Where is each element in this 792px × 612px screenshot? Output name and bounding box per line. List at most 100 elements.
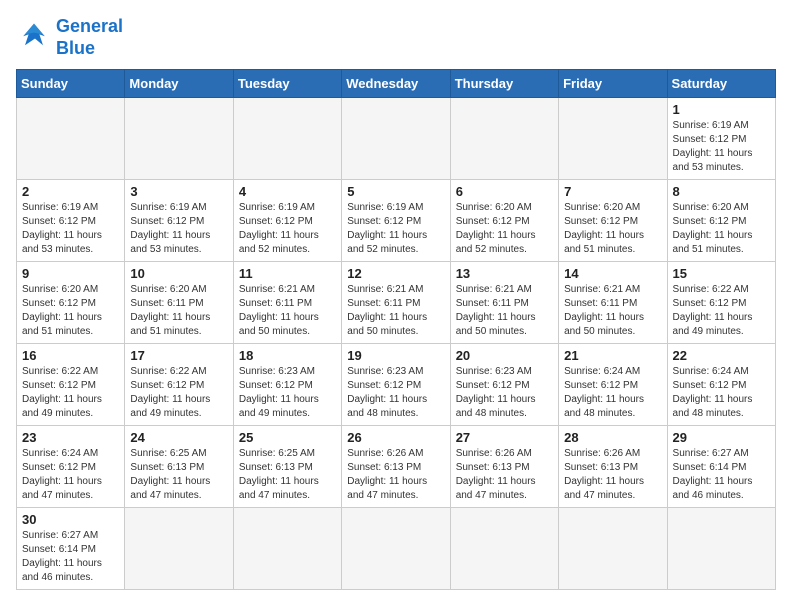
- day-number: 29: [673, 430, 770, 445]
- day-number: 7: [564, 184, 661, 199]
- day-info: Sunrise: 6:20 AM Sunset: 6:11 PM Dayligh…: [130, 283, 227, 339]
- calendar-cell: [559, 508, 667, 590]
- day-info: Sunrise: 6:19 AM Sunset: 6:12 PM Dayligh…: [239, 201, 336, 257]
- day-info: Sunrise: 6:22 AM Sunset: 6:12 PM Dayligh…: [130, 365, 227, 421]
- calendar-cell: 13 Sunrise: 6:21 AM Sunset: 6:11 PM Dayli…: [450, 262, 558, 344]
- weekday-header-row: SundayMondayTuesdayWednesdayThursdayFrid…: [17, 70, 776, 98]
- calendar-week-3: 9 Sunrise: 6:20 AM Sunset: 6:12 PM Daylig…: [17, 262, 776, 344]
- day-number: 3: [130, 184, 227, 199]
- calendar-week-5: 23 Sunrise: 6:24 AM Sunset: 6:12 PM Dayli…: [17, 426, 776, 508]
- calendar-week-2: 2Sunrise: 6:19 AM Sunset: 6:12 PM Daylig…: [17, 180, 776, 262]
- calendar-cell: 14Sunrise: 6:21 AM Sunset: 6:11 PM Dayli…: [559, 262, 667, 344]
- calendar-cell: 15Sunrise: 6:22 AM Sunset: 6:12 PM Dayli…: [667, 262, 775, 344]
- calendar-cell: 18 Sunrise: 6:23 AM Sunset: 6:12 PM Dayli…: [233, 344, 341, 426]
- day-number: 25: [239, 430, 336, 445]
- calendar-cell: 4 Sunrise: 6:19 AM Sunset: 6:12 PM Daylig…: [233, 180, 341, 262]
- calendar-week-1: 1Sunrise: 6:19 AM Sunset: 6:12 PM Daylig…: [17, 98, 776, 180]
- calendar-cell: 2Sunrise: 6:19 AM Sunset: 6:12 PM Daylig…: [17, 180, 125, 262]
- day-number: 21: [564, 348, 661, 363]
- calendar-cell: 23 Sunrise: 6:24 AM Sunset: 6:12 PM Dayli…: [17, 426, 125, 508]
- day-info: Sunrise: 6:19 AM Sunset: 6:12 PM Dayligh…: [22, 201, 119, 257]
- day-info: Sunrise: 6:26 AM Sunset: 6:13 PM Dayligh…: [347, 447, 444, 503]
- calendar-cell: 7 Sunrise: 6:20 AM Sunset: 6:12 PM Daylig…: [559, 180, 667, 262]
- calendar-cell: 9 Sunrise: 6:20 AM Sunset: 6:12 PM Daylig…: [17, 262, 125, 344]
- day-number: 24: [130, 430, 227, 445]
- weekday-header-monday: Monday: [125, 70, 233, 98]
- calendar-cell: 30 Sunrise: 6:27 AM Sunset: 6:14 PM Dayli…: [17, 508, 125, 590]
- weekday-header-thursday: Thursday: [450, 70, 558, 98]
- calendar-cell: 11Sunrise: 6:21 AM Sunset: 6:11 PM Dayli…: [233, 262, 341, 344]
- calendar-cell: [342, 508, 450, 590]
- calendar-cell: [450, 98, 558, 180]
- day-info: Sunrise: 6:26 AM Sunset: 6:13 PM Dayligh…: [564, 447, 661, 503]
- day-number: 23: [22, 430, 119, 445]
- day-number: 28: [564, 430, 661, 445]
- weekday-header-friday: Friday: [559, 70, 667, 98]
- calendar-cell: 10Sunrise: 6:20 AM Sunset: 6:11 PM Dayli…: [125, 262, 233, 344]
- calendar-table: SundayMondayTuesdayWednesdayThursdayFrid…: [16, 69, 776, 590]
- day-info: Sunrise: 6:23 AM Sunset: 6:12 PM Dayligh…: [456, 365, 553, 421]
- day-number: 27: [456, 430, 553, 445]
- calendar-cell: 6Sunrise: 6:20 AM Sunset: 6:12 PM Daylig…: [450, 180, 558, 262]
- day-info: Sunrise: 6:19 AM Sunset: 6:12 PM Dayligh…: [673, 119, 770, 175]
- calendar-cell: [559, 98, 667, 180]
- calendar-cell: 29 Sunrise: 6:27 AM Sunset: 6:14 PM Dayli…: [667, 426, 775, 508]
- calendar-cell: 27 Sunrise: 6:26 AM Sunset: 6:13 PM Dayli…: [450, 426, 558, 508]
- calendar-cell: 21Sunrise: 6:24 AM Sunset: 6:12 PM Dayli…: [559, 344, 667, 426]
- logo: General Blue: [16, 16, 123, 59]
- calendar-cell: [125, 508, 233, 590]
- day-info: Sunrise: 6:27 AM Sunset: 6:14 PM Dayligh…: [673, 447, 770, 503]
- weekday-header-tuesday: Tuesday: [233, 70, 341, 98]
- day-info: Sunrise: 6:20 AM Sunset: 6:12 PM Dayligh…: [456, 201, 553, 257]
- day-info: Sunrise: 6:23 AM Sunset: 6:12 PM Dayligh…: [239, 365, 336, 421]
- weekday-header-wednesday: Wednesday: [342, 70, 450, 98]
- calendar-cell: 19 Sunrise: 6:23 AM Sunset: 6:12 PM Dayli…: [342, 344, 450, 426]
- day-info: Sunrise: 6:23 AM Sunset: 6:12 PM Dayligh…: [347, 365, 444, 421]
- day-info: Sunrise: 6:20 AM Sunset: 6:12 PM Dayligh…: [22, 283, 119, 339]
- day-number: 14: [564, 266, 661, 281]
- day-info: Sunrise: 6:20 AM Sunset: 6:12 PM Dayligh…: [564, 201, 661, 257]
- calendar-cell: [450, 508, 558, 590]
- day-info: Sunrise: 6:25 AM Sunset: 6:13 PM Dayligh…: [130, 447, 227, 503]
- day-number: 19: [347, 348, 444, 363]
- day-number: 11: [239, 266, 336, 281]
- calendar-cell: [125, 98, 233, 180]
- calendar-cell: 5 Sunrise: 6:19 AM Sunset: 6:12 PM Daylig…: [342, 180, 450, 262]
- day-number: 4: [239, 184, 336, 199]
- calendar-cell: 17 Sunrise: 6:22 AM Sunset: 6:12 PM Dayli…: [125, 344, 233, 426]
- calendar-cell: 22Sunrise: 6:24 AM Sunset: 6:12 PM Dayli…: [667, 344, 775, 426]
- calendar-cell: [667, 508, 775, 590]
- logo-text: General Blue: [56, 16, 123, 59]
- day-info: Sunrise: 6:26 AM Sunset: 6:13 PM Dayligh…: [456, 447, 553, 503]
- day-info: Sunrise: 6:19 AM Sunset: 6:12 PM Dayligh…: [347, 201, 444, 257]
- calendar-cell: 12Sunrise: 6:21 AM Sunset: 6:11 PM Dayli…: [342, 262, 450, 344]
- calendar-cell: 25 Sunrise: 6:25 AM Sunset: 6:13 PM Dayli…: [233, 426, 341, 508]
- calendar-cell: [17, 98, 125, 180]
- day-info: Sunrise: 6:22 AM Sunset: 6:12 PM Dayligh…: [673, 283, 770, 339]
- calendar-cell: 26 Sunrise: 6:26 AM Sunset: 6:13 PM Dayli…: [342, 426, 450, 508]
- day-number: 20: [456, 348, 553, 363]
- calendar-cell: [233, 508, 341, 590]
- calendar-week-4: 16Sunrise: 6:22 AM Sunset: 6:12 PM Dayli…: [17, 344, 776, 426]
- day-number: 13: [456, 266, 553, 281]
- day-info: Sunrise: 6:24 AM Sunset: 6:12 PM Dayligh…: [673, 365, 770, 421]
- weekday-header-sunday: Sunday: [17, 70, 125, 98]
- calendar-cell: 1Sunrise: 6:19 AM Sunset: 6:12 PM Daylig…: [667, 98, 775, 180]
- day-info: Sunrise: 6:21 AM Sunset: 6:11 PM Dayligh…: [456, 283, 553, 339]
- day-info: Sunrise: 6:27 AM Sunset: 6:14 PM Dayligh…: [22, 529, 119, 585]
- day-info: Sunrise: 6:25 AM Sunset: 6:13 PM Dayligh…: [239, 447, 336, 503]
- calendar-cell: 8Sunrise: 6:20 AM Sunset: 6:12 PM Daylig…: [667, 180, 775, 262]
- day-number: 30: [22, 512, 119, 527]
- calendar-cell: [342, 98, 450, 180]
- day-info: Sunrise: 6:24 AM Sunset: 6:12 PM Dayligh…: [22, 447, 119, 503]
- day-number: 26: [347, 430, 444, 445]
- day-number: 18: [239, 348, 336, 363]
- day-info: Sunrise: 6:22 AM Sunset: 6:12 PM Dayligh…: [22, 365, 119, 421]
- logo-icon: [16, 20, 52, 56]
- calendar-cell: 3Sunrise: 6:19 AM Sunset: 6:12 PM Daylig…: [125, 180, 233, 262]
- day-number: 5: [347, 184, 444, 199]
- page-header: General Blue: [16, 16, 776, 59]
- day-number: 17: [130, 348, 227, 363]
- day-info: Sunrise: 6:21 AM Sunset: 6:11 PM Dayligh…: [347, 283, 444, 339]
- day-number: 9: [22, 266, 119, 281]
